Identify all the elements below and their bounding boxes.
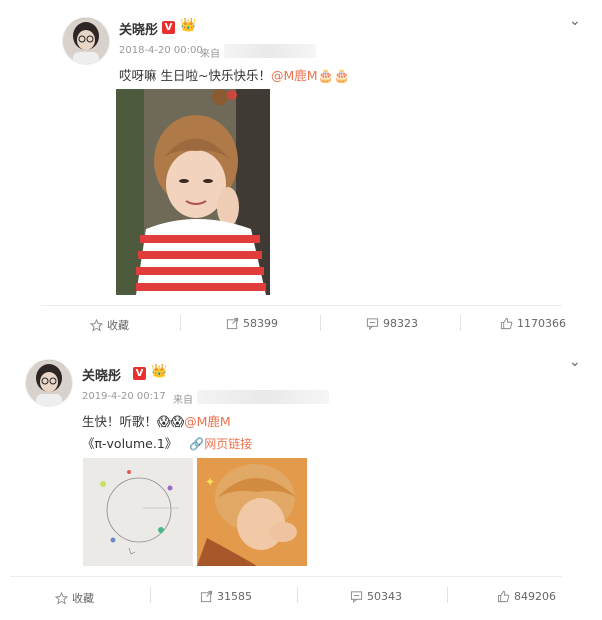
separator [320,315,321,331]
post-time[interactable]: 2018-4-20 00:00 [119,45,203,56]
web-link[interactable]: 🔗网页链接 [189,437,252,451]
web-link-label: 网页链接 [204,437,253,451]
favorite-label: 收藏 [107,319,129,332]
post-text: 生快！听歌！😱😱@M鹿M [82,411,231,430]
avatar-portrait-image [63,18,109,64]
repost-button[interactable]: 31585 [200,590,252,603]
author-name[interactable]: 关晓彤 [119,19,158,38]
separator [460,315,461,331]
post-text-body: 生快！听歌！ [82,414,158,429]
favorite-button[interactable]: 收藏 [90,317,129,333]
crown-icon: 👑 [180,18,197,33]
source-redacted [224,44,316,58]
repost-icon [200,590,213,603]
comment-icon [350,591,363,603]
thumbs-up-icon [500,317,513,330]
comment-icon [366,318,379,330]
post-text-body: 哎呀嘛 生日啦~快乐快乐！ [119,68,271,83]
separator [180,315,181,331]
album-cover-image [83,458,193,566]
cake-emoji: 🎂🎂 [317,69,350,84]
repost-count: 31585 [217,590,252,603]
author-name[interactable]: 关晓彤 [82,365,121,384]
comment-count: 98323 [383,317,418,330]
comment-count: 50343 [367,590,402,603]
actions-divider [41,305,562,306]
separator [150,587,151,603]
portrait-photo-image [116,89,270,295]
mention-link[interactable]: @M鹿M [271,68,318,83]
like-button[interactable]: 849206 [497,590,556,603]
verified-v-icon: V [162,21,175,34]
author-avatar[interactable] [26,360,72,406]
chevron-down-icon[interactable]: ⌄ [569,13,581,29]
repost-button[interactable]: 58399 [226,317,278,330]
source-redacted [197,390,329,404]
thumbs-up-icon [497,590,510,603]
like-count: 1170366 [517,317,566,330]
comment-button[interactable]: 98323 [366,317,418,330]
portrait-photo-2[interactable]: ✦ [197,458,307,566]
separator [297,587,298,603]
like-button[interactable]: 1170366 [500,317,566,330]
avatar-portrait-image [26,360,72,406]
scream-emoji: 😱😱 [157,415,185,430]
source-prefix: 来自 [173,395,193,406]
post-text: 哎呀嘛 生日啦~快乐快乐！@M鹿M🎂🎂 [119,65,350,84]
star-icon [90,318,103,332]
chevron-down-icon[interactable]: ⌄ [569,354,581,370]
author-avatar[interactable] [63,18,109,64]
separator [447,587,448,603]
link-icon: 🔗 [189,437,205,451]
song-title: 《π-volume.1》 [82,436,178,451]
album-cover-photo[interactable] [83,458,193,566]
favorite-button[interactable]: 收藏 [55,590,94,606]
svg-text:✦: ✦ [205,475,215,489]
post-photo[interactable] [116,89,270,295]
portrait-photo-image: ✦ [197,458,307,566]
verified-v-icon: V [133,367,146,380]
mention-link[interactable]: @M鹿M [184,414,231,429]
crown-icon: 👑 [151,364,168,379]
actions-divider [10,576,562,577]
repost-icon [226,317,239,330]
favorite-label: 收藏 [72,592,94,605]
like-count: 849206 [514,590,556,603]
post-time[interactable]: 2019-4-20 00:17 [82,391,166,402]
repost-count: 58399 [243,317,278,330]
source-prefix: 来自 [200,49,220,60]
comment-button[interactable]: 50343 [350,590,402,603]
star-icon [55,591,68,605]
song-line: 《π-volume.1》 🔗网页链接 [82,433,252,452]
